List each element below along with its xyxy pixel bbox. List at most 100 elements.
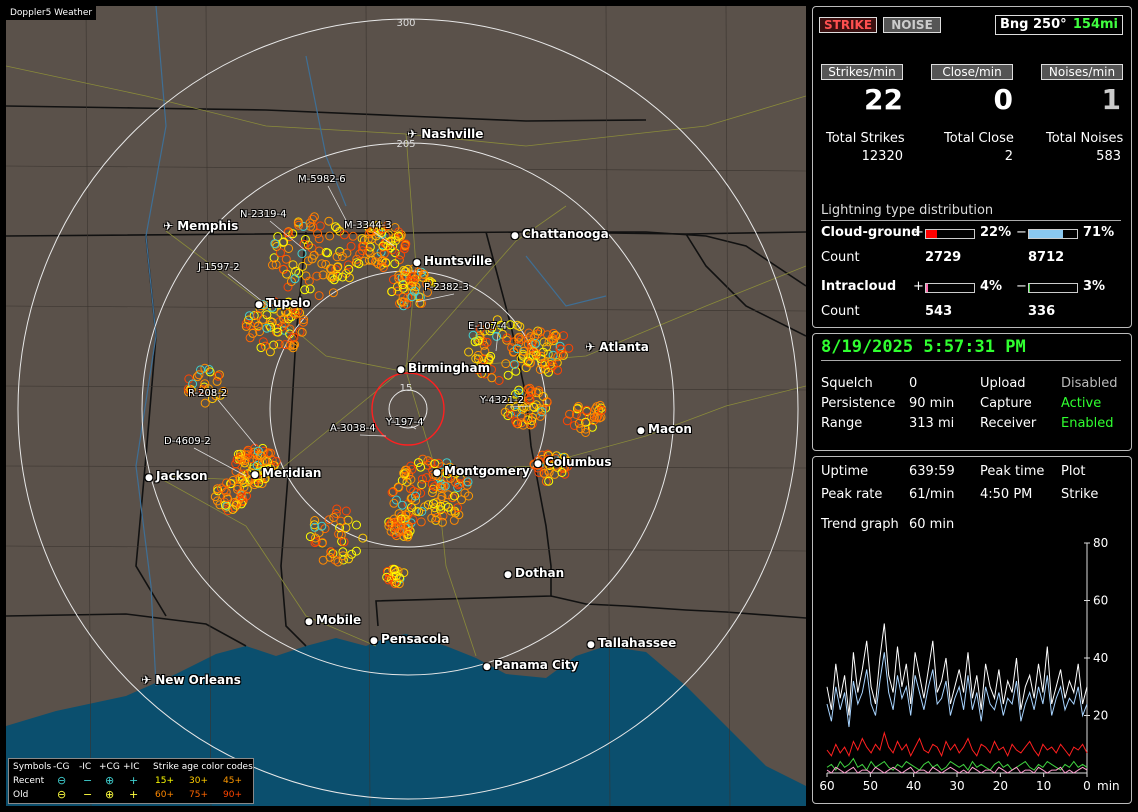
city-name: Memphis [177, 219, 239, 233]
upload-label: Upload [980, 376, 1026, 391]
city-name: Birmingham [408, 361, 491, 375]
ic-positive-bar [925, 283, 975, 293]
squelch-value: 0 [909, 376, 918, 391]
trend-chart: 80 60 40 20 60 50 40 30 20 10 0 min [819, 536, 1120, 793]
ic-negative-pct: 3% [1083, 279, 1106, 294]
city-dot-icon: ● [255, 300, 266, 310]
range-label: Range [821, 416, 863, 431]
airport-icon: ✈ [141, 673, 156, 687]
airport-icon: ✈ [585, 340, 600, 354]
city-atlanta: ✈ Atlanta [585, 340, 649, 354]
storm-cell-label: P-2382-3 [424, 282, 469, 293]
city-nashville: ✈ Nashville [407, 127, 483, 141]
city-dot-icon: ● [370, 636, 381, 646]
legend-age-15: 15+ [155, 776, 174, 786]
uptime-label: Uptime [821, 464, 869, 479]
city-tupelo: ● Tupelo [255, 296, 311, 310]
city-name: Atlanta [599, 340, 649, 354]
city-memphis: ✈ Memphis [163, 219, 238, 233]
legend-recent-neg-ic-icon: − [83, 774, 93, 787]
trend-x-tick-label: 0 [1083, 779, 1091, 793]
city-meridian: ● Meridian [251, 466, 321, 480]
status-panel: 8/19/2025 5:57:31 PM Squelch 0 Upload Di… [812, 333, 1132, 451]
app-title: Doppler5 Weather [6, 6, 97, 20]
noises-per-min: 1 [1101, 83, 1121, 116]
squelch-label: Squelch [821, 376, 873, 391]
legend-age-60: 60+ [155, 790, 174, 800]
cg-negative-count: 8712 [1028, 250, 1065, 265]
trend-series [826, 623, 1088, 774]
legend-old-neg-cg-icon: ⊖ [57, 788, 67, 801]
cloud-ground-label: Cloud-ground [821, 225, 921, 240]
ic-positive-pct: 4% [980, 279, 1003, 294]
city-name: Nashville [421, 127, 484, 141]
city-name: Meridian [262, 466, 322, 480]
city-dothan: ● Dothan [504, 566, 564, 580]
city-name: Columbus [545, 455, 612, 469]
city-name: Tupelo [266, 296, 311, 310]
trend-panel: Uptime 639:59 Peak time Plot Peak rate 6… [812, 456, 1132, 804]
city-name: Jackson [156, 469, 208, 483]
cg-positive-count: 2729 [925, 250, 962, 265]
legend-age-30: 30+ [189, 776, 208, 786]
peak-rate-value: 61/min [909, 487, 955, 502]
ic-count-label: Count [821, 304, 860, 319]
trend-x-tick-label: 50 [863, 779, 878, 793]
upload-value: Disabled [1061, 376, 1118, 391]
storm-cell-label: E-107-4 [468, 321, 507, 332]
city-dot-icon: ● [483, 662, 494, 672]
receiver-label: Receiver [980, 416, 1037, 431]
legend-recent-pos-cg-icon: ⊕ [105, 774, 115, 787]
city-dot-icon: ● [305, 617, 316, 627]
city-columbus: ● Columbus [534, 455, 612, 469]
legend-recent-pos-ic-icon: + [129, 774, 139, 787]
city-name: Chattanooga [522, 227, 609, 241]
legend-age-title: Strike age color codes [153, 762, 253, 772]
ic-plus-sign: + [913, 279, 924, 294]
peak-time-label: Peak time [980, 464, 1045, 479]
distance-value: 154mi [1072, 17, 1118, 32]
close-per-min: 0 [993, 83, 1013, 116]
city-name: Dothan [515, 566, 565, 580]
lightning-map[interactable]: 300 205 15 ✈ Nashville ✈ Memphis ● Chattan… [5, 5, 807, 807]
legend-recent-label: Recent [13, 776, 45, 786]
intracloud-label: Intracloud [821, 279, 897, 294]
legend-h-pos-ic: +IC [123, 762, 140, 772]
trend-y-tick-label: 80 [1093, 536, 1108, 550]
city-huntsville: ● Huntsville [413, 254, 492, 268]
trend-series-line-0 [826, 623, 1088, 716]
total-close: 2 [1004, 149, 1013, 164]
city-dot-icon: ● [433, 468, 444, 478]
persistence-label: Persistence [821, 396, 896, 411]
status-divider [821, 360, 1121, 361]
strikes-per-min: 22 [864, 83, 903, 116]
city-dot-icon: ● [413, 258, 424, 268]
strike-legend: Symbols -CG -IC +CG +IC Strike age color… [8, 758, 254, 804]
trend-x-tick-label: 30 [949, 779, 964, 793]
trend-series-line-4 [826, 766, 1088, 774]
legend-recent-neg-cg-icon: ⊖ [57, 774, 67, 787]
trend-x-tick-label: 10 [1036, 779, 1051, 793]
trend-x-unit: min [1097, 779, 1120, 793]
city-name: Pensacola [381, 632, 450, 646]
total-strikes: 12320 [861, 149, 903, 164]
city-name: Montgomery [444, 464, 530, 478]
city-mobile: ● Mobile [305, 613, 361, 627]
city-jackson: ● Jackson [145, 469, 208, 483]
receiver-value: Enabled [1061, 416, 1114, 431]
city-new-orleans: ✈ New Orleans [141, 673, 241, 687]
strike-button[interactable]: STRIKE [819, 17, 877, 33]
total-strikes-label: Total Strikes [826, 131, 905, 146]
storm-cell-label: Y-197-4 [386, 417, 424, 428]
ic-minus-sign: − [1016, 279, 1027, 294]
legend-age-75: 75+ [189, 790, 208, 800]
city-name: Panama City [494, 658, 579, 672]
noise-button[interactable]: NOISE [883, 17, 941, 33]
storm-cell-label: M-5982-6 [298, 174, 346, 185]
bearing-box: Bng 250° 154mi [995, 15, 1123, 35]
city-panama-city: ● Panama City [483, 658, 578, 672]
legend-old-label: Old [13, 790, 29, 800]
total-noises-label: Total Noises [1046, 131, 1124, 146]
capture-value: Active [1061, 396, 1102, 411]
city-name: Mobile [316, 613, 362, 627]
